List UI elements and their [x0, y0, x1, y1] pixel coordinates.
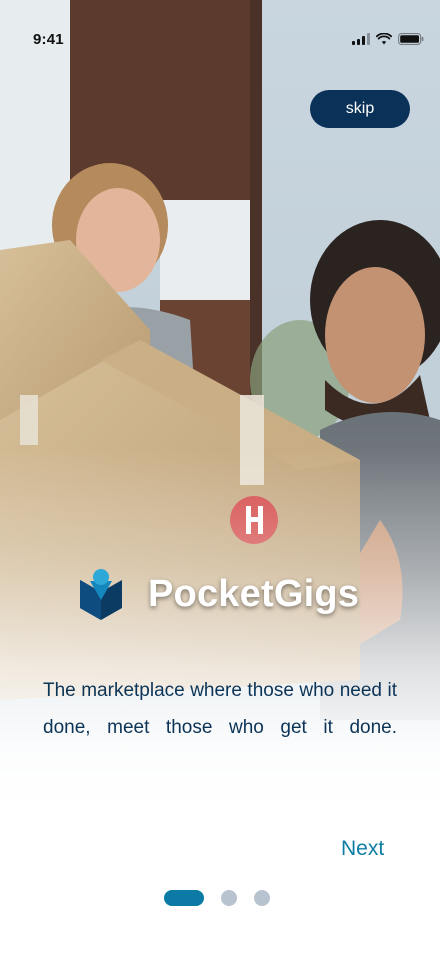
- battery-icon: [398, 33, 424, 45]
- status-bar: 9:41: [0, 0, 440, 80]
- next-button[interactable]: Next: [341, 837, 384, 861]
- wifi-icon: [376, 33, 392, 45]
- pocketgigs-logo-icon: [78, 568, 124, 620]
- onboarding-screen: 9:41 skip PocketGigs The marketplace whe…: [0, 0, 440, 956]
- pager-dot-2[interactable]: [221, 890, 237, 906]
- status-icons: [352, 33, 424, 45]
- skip-button[interactable]: skip: [310, 90, 410, 128]
- pager-dot-1[interactable]: [164, 890, 204, 906]
- pager: [164, 890, 270, 906]
- status-time: 9:41: [33, 31, 64, 48]
- brand-name: PocketGigs: [148, 572, 360, 615]
- signal-icon: [352, 33, 370, 45]
- tagline: The marketplace where those who need it …: [43, 680, 397, 738]
- pager-dot-3[interactable]: [254, 890, 270, 906]
- brand: PocketGigs: [78, 568, 359, 620]
